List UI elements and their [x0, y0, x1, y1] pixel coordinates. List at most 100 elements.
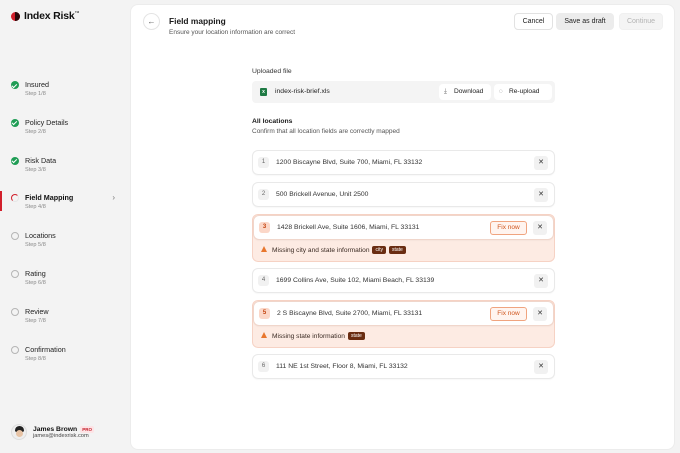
step-number: Step 5/8: [25, 242, 46, 249]
empty-circle-icon: [11, 345, 19, 354]
location-number: 6: [258, 361, 269, 372]
location-number: 1: [258, 157, 269, 168]
step-label: Locations: [25, 231, 56, 241]
remove-location-button[interactable]: ✕: [533, 307, 547, 321]
location-address: 111 NE 1st Street, Floor 8, Miami, FL 33…: [276, 363, 408, 370]
chevron-right-icon: ›: [112, 193, 115, 203]
missing-field-tag: state: [388, 246, 406, 254]
remove-location-button[interactable]: ✕: [533, 221, 547, 235]
refresh-icon: ◌: [499, 88, 503, 95]
excel-file-icon: x: [260, 88, 267, 96]
close-icon: ✕: [538, 191, 544, 198]
file-card: x index-risk-brief.xls ⤓ Download ◌ Re-upl…: [252, 81, 555, 103]
check-circle-icon: [11, 81, 19, 89]
location-address: 500 Brickell Avenue, Unit 2500: [276, 191, 369, 198]
remove-location-button[interactable]: ✕: [534, 156, 548, 170]
location-number: 3: [259, 222, 270, 233]
step-number: Step 7/8: [25, 317, 46, 324]
location-address: 1200 Biscayne Blvd, Suite 700, Miami, FL…: [276, 159, 423, 166]
pro-badge: PRO: [80, 425, 94, 433]
error-message: Missing city and state information city st…: [253, 240, 554, 261]
error-text: Missing state information: [272, 333, 345, 340]
close-icon: ✕: [538, 159, 544, 166]
user-profile[interactable]: James Brown PRO james@indexrisk.com: [11, 424, 94, 440]
reupload-button[interactable]: ◌ Re-upload: [494, 84, 552, 100]
download-icon: ⤓: [444, 88, 447, 95]
location-number: 5: [259, 308, 270, 319]
location-item: 4 1699 Collins Ave, Suite 102, Miami Bea…: [252, 268, 555, 293]
avatar: [11, 424, 27, 440]
step-label: Review: [25, 306, 49, 316]
step-field-mapping[interactable]: Field Mapping Step 4/8 ›: [0, 191, 128, 229]
locations-title: All locations: [252, 118, 293, 125]
arrow-left-icon: ←: [147, 17, 156, 26]
step-review[interactable]: Review Step 7/8: [0, 305, 128, 343]
location-address: 1428 Brickell Ave, Suite 1606, Miami, FL…: [277, 224, 420, 231]
step-label: Confirmation: [25, 344, 66, 354]
warning-icon: [261, 246, 267, 252]
step-rating[interactable]: Rating Step 6/8: [0, 267, 128, 305]
close-icon: ✕: [537, 310, 543, 317]
location-number: 2: [258, 189, 269, 200]
check-circle-icon: [11, 156, 19, 165]
save-draft-button[interactable]: Save as draft: [556, 13, 614, 30]
step-list: Insured Step 1/8 Policy Details Step 2/8…: [0, 78, 128, 380]
step-confirmation[interactable]: Confirmation Step 8/8: [0, 343, 128, 381]
locations-subtitle: Confirm that all location fields are cor…: [252, 128, 400, 135]
location-address: 1699 Collins Ave, Suite 102, Miami Beach…: [276, 277, 435, 284]
step-number: Step 2/8: [25, 128, 46, 135]
logo[interactable]: Index Risk™: [11, 10, 80, 22]
step-label: Policy Details: [25, 117, 69, 127]
sidebar: Index Risk™ Insured Step 1/8 Policy Deta…: [0, 0, 128, 453]
file-name: index-risk-brief.xls: [275, 88, 330, 95]
check-circle-icon: [11, 118, 19, 127]
location-number: 4: [258, 275, 269, 286]
missing-field-tag: city: [372, 246, 386, 254]
location-item-error: 5 2 S Biscayne Blvd, Suite 2700, Miami, …: [252, 300, 555, 348]
step-risk-data[interactable]: Risk Data Step 3/8: [0, 154, 128, 192]
step-label: Insured: [25, 80, 49, 89]
step-number: Step 4/8: [25, 204, 46, 211]
remove-location-button[interactable]: ✕: [534, 360, 548, 374]
step-policy-details[interactable]: Policy Details Step 2/8: [0, 116, 128, 154]
error-text: Missing city and state information: [272, 247, 370, 254]
page-subtitle: Ensure your location information are cor…: [169, 29, 296, 36]
remove-location-button[interactable]: ✕: [534, 188, 548, 202]
close-icon: ✕: [537, 224, 543, 231]
uploaded-file-label: Uploaded file: [252, 68, 292, 75]
download-button[interactable]: ⤓ Download: [439, 84, 491, 100]
user-email: james@indexrisk.com: [33, 432, 89, 439]
cancel-button[interactable]: Cancel: [514, 13, 553, 30]
missing-field-tag: state: [347, 332, 365, 340]
location-item-error: 3 1428 Brickell Ave, Suite 1606, Miami, …: [252, 214, 555, 262]
error-message: Missing state information state: [253, 326, 554, 347]
close-icon: ✕: [538, 277, 544, 284]
step-label: Rating: [25, 268, 46, 278]
location-item: 6 111 NE 1st Street, Floor 8, Miami, FL …: [252, 354, 555, 379]
main-panel: ← Field mapping Ensure your location inf…: [130, 4, 675, 450]
logo-icon: [11, 11, 20, 21]
location-item: 1 1200 Biscayne Blvd, Suite 700, Miami, …: [252, 150, 555, 175]
remove-location-button[interactable]: ✕: [534, 274, 548, 288]
step-number: Step 8/8: [25, 355, 46, 362]
fix-now-button[interactable]: Fix now: [490, 221, 527, 235]
step-insured[interactable]: Insured Step 1/8: [0, 78, 128, 116]
close-icon: ✕: [538, 363, 544, 370]
progress-circle-icon: [11, 194, 19, 203]
location-item: 2 500 Brickell Avenue, Unit 2500 ✕: [252, 182, 555, 207]
step-number: Step 3/8: [25, 166, 46, 173]
page-title: Field mapping: [169, 16, 226, 26]
empty-circle-icon: [11, 269, 19, 278]
continue-button[interactable]: Continue: [619, 13, 663, 30]
empty-circle-icon: [11, 232, 19, 241]
upload-section: Uploaded file x index-risk-brief.xls ⤓ Do…: [252, 68, 555, 135]
empty-circle-icon: [11, 307, 19, 316]
step-number: Step 1/8: [25, 91, 46, 97]
user-name: James Brown: [33, 425, 78, 433]
step-locations[interactable]: Locations Step 5/8: [0, 229, 128, 267]
app-name: Index Risk™: [24, 10, 80, 22]
step-number: Step 6/8: [25, 279, 46, 286]
fix-now-button[interactable]: Fix now: [490, 307, 527, 321]
back-button[interactable]: ←: [143, 13, 160, 30]
location-address: 2 S Biscayne Blvd, Suite 2700, Miami, FL…: [277, 310, 423, 317]
